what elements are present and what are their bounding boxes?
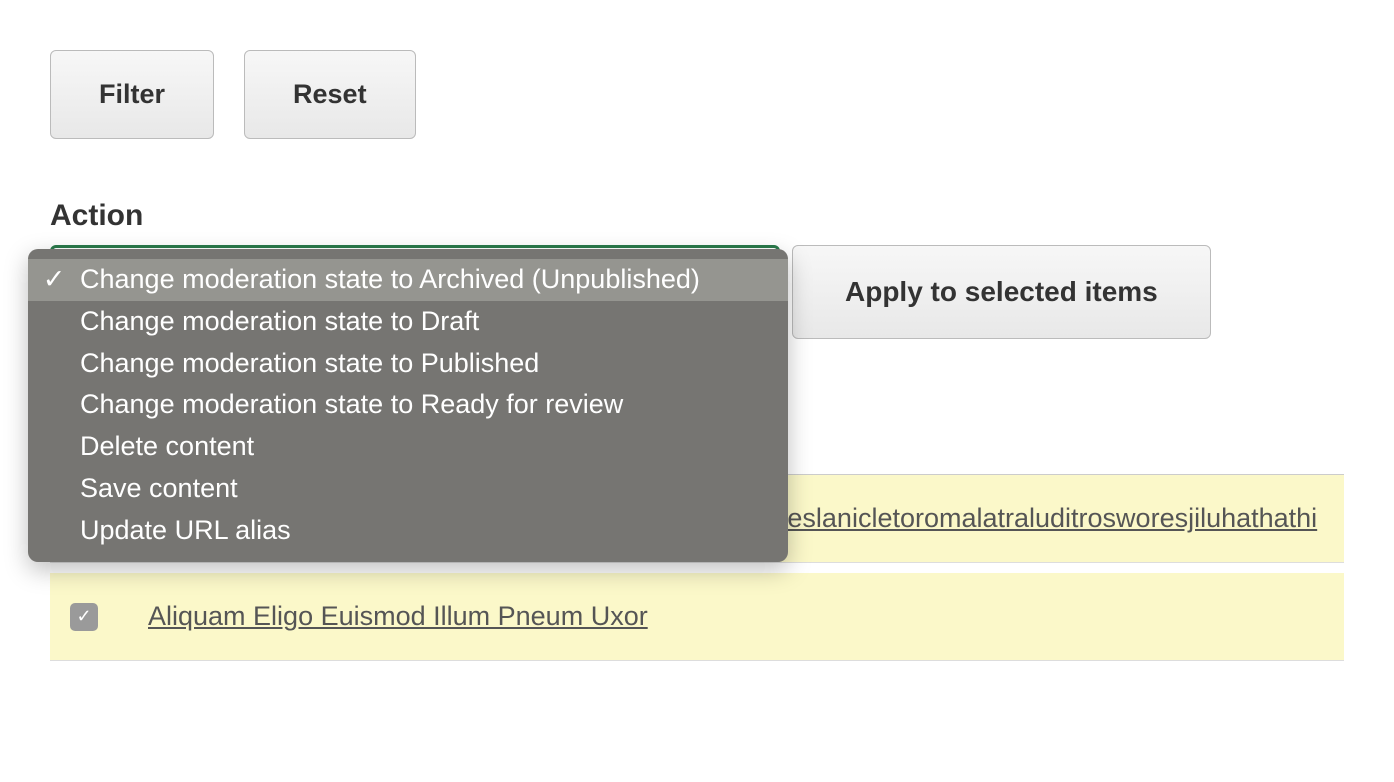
- action-option-label: Delete content: [80, 428, 254, 466]
- action-option-published[interactable]: Change moderation state to Published: [28, 343, 788, 385]
- action-option-label: Change moderation state to Archived (Unp…: [80, 261, 700, 299]
- filter-button[interactable]: Filter: [50, 50, 214, 139]
- row-title-link[interactable]: Aliquam Eligo Euismod Illum Pneum Uxor: [148, 595, 648, 638]
- action-option-ready-review[interactable]: Change moderation state to Ready for rev…: [28, 384, 788, 426]
- row-checkbox[interactable]: ✓: [70, 603, 98, 631]
- action-option-archived[interactable]: ✓ Change moderation state to Archived (U…: [28, 259, 788, 301]
- action-option-save[interactable]: Save content: [28, 468, 788, 510]
- check-icon: ✓: [28, 261, 80, 299]
- apply-button[interactable]: Apply to selected items: [792, 245, 1211, 339]
- action-option-url-alias[interactable]: Update URL alias: [28, 510, 788, 552]
- action-dropdown: ✓ Change moderation state to Archived (U…: [28, 249, 788, 562]
- action-option-draft[interactable]: Change moderation state to Draft: [28, 301, 788, 343]
- action-option-delete[interactable]: Delete content: [28, 426, 788, 468]
- action-option-label: Update URL alias: [80, 512, 291, 550]
- action-option-label: Save content: [80, 470, 238, 508]
- table-row: ✓ Aliquam Eligo Euismod Illum Pneum Uxor: [50, 573, 1344, 661]
- row-divider: [50, 563, 1344, 573]
- action-option-label: Change moderation state to Ready for rev…: [80, 386, 623, 424]
- action-label: Action: [50, 199, 1344, 233]
- reset-button[interactable]: Reset: [244, 50, 416, 139]
- action-option-label: Change moderation state to Published: [80, 345, 539, 383]
- action-option-label: Change moderation state to Draft: [80, 303, 479, 341]
